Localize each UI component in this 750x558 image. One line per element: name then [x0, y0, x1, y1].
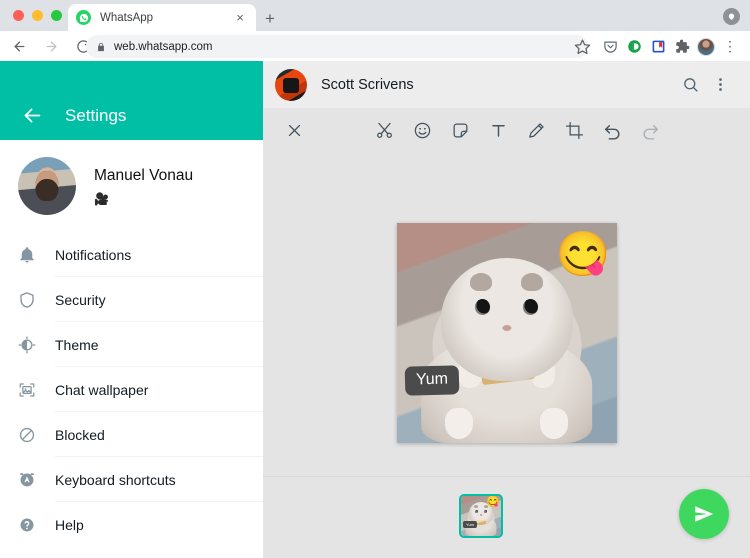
theme-contrast-icon	[18, 336, 44, 354]
sidebar-item-security[interactable]: Security	[0, 277, 263, 322]
shield-icon	[18, 291, 44, 309]
sidebar-item-keyboard-shortcuts[interactable]: Keyboard shortcuts	[0, 457, 263, 502]
puzzle-icon[interactable]	[670, 35, 694, 58]
contact-name: Scott Scrivens	[321, 77, 675, 93]
text-sticker-overlay: Yum	[463, 521, 477, 528]
forward-icon[interactable]	[38, 33, 64, 59]
browser-tab-bar: WhatsApp × +	[0, 0, 750, 31]
extensions-row: ⋮	[598, 35, 742, 58]
profile-name: Manuel Vonau	[94, 167, 193, 185]
close-icon[interactable]: ×	[232, 10, 248, 26]
maximize-window-button[interactable]	[51, 10, 62, 21]
pocket-icon[interactable]	[598, 35, 622, 58]
undo-icon[interactable]	[593, 112, 631, 150]
profile-row[interactable]: Manuel Vonau 🎥	[0, 140, 263, 232]
send-button[interactable]	[679, 489, 729, 539]
close-window-button[interactable]	[13, 10, 24, 21]
back-icon[interactable]	[22, 105, 43, 126]
browser-toolbar: web.whatsapp.com	[0, 31, 750, 61]
emoji-sticker-overlay: 😋	[486, 497, 500, 508]
help-icon	[18, 516, 44, 534]
crop-icon[interactable]	[555, 112, 593, 150]
search-icon[interactable]	[675, 70, 705, 100]
lock-icon	[96, 42, 106, 52]
page-title: Settings	[65, 106, 126, 126]
address-bar[interactable]: web.whatsapp.com	[86, 35, 588, 58]
bookmark-manager-icon[interactable]	[646, 35, 670, 58]
redo-icon[interactable]	[631, 112, 669, 150]
sidebar-item-label: Blocked	[55, 427, 105, 443]
back-icon[interactable]	[6, 33, 32, 59]
close-icon[interactable]	[275, 112, 313, 150]
sidebar-item-label: Help	[55, 517, 84, 533]
sidebar-item-blocked[interactable]: Blocked	[0, 412, 263, 457]
chrome-menu-icon[interactable]: ⋮	[718, 35, 742, 58]
adblock-icon[interactable]	[622, 35, 646, 58]
profile-status-emoji: 🎥	[94, 192, 193, 206]
sidebar-item-label: Chat wallpaper	[55, 382, 148, 398]
settings-header: Settings	[0, 61, 263, 140]
sidebar-item-theme[interactable]: Theme	[0, 322, 263, 367]
photo-preview[interactable]: 😋 Yum	[397, 223, 617, 443]
chat-pane: Scott Scrivens	[263, 61, 750, 558]
attachment-thumbnail[interactable]: 😋 Yum	[459, 494, 503, 538]
browser-tab-whatsapp[interactable]: WhatsApp ×	[68, 4, 256, 31]
star-icon[interactable]	[574, 38, 591, 55]
profile-info: Manuel Vonau 🎥	[94, 167, 193, 206]
emoji-icon[interactable]	[403, 112, 441, 150]
new-tab-button[interactable]: +	[260, 8, 280, 28]
minimize-window-button[interactable]	[32, 10, 43, 21]
whatsapp-icon	[76, 10, 91, 25]
browser-window: WhatsApp × +	[0, 0, 750, 558]
text-sticker-overlay[interactable]: Yum	[404, 365, 459, 395]
menu-dots-icon[interactable]	[705, 70, 735, 100]
address-bar-url: web.whatsapp.com	[114, 41, 212, 53]
sidebar-item-label: Security	[55, 292, 106, 308]
bell-icon	[18, 246, 44, 264]
keyboard-icon	[18, 471, 44, 489]
image-editor-canvas: 😋 Yum	[263, 153, 750, 513]
sticker-icon[interactable]	[441, 112, 479, 150]
editor-bottom-bar: 😋 Yum	[263, 476, 750, 558]
chrome-update-icon[interactable]	[723, 8, 740, 25]
settings-list: Notifications Security	[0, 232, 263, 547]
crop-cut-icon[interactable]	[365, 112, 403, 150]
image-editor-toolbar	[263, 108, 750, 153]
pencil-icon[interactable]	[517, 112, 555, 150]
browser-tab-title: WhatsApp	[100, 12, 232, 24]
avatar[interactable]	[18, 157, 76, 215]
chat-header: Scott Scrivens	[263, 61, 750, 108]
sidebar-item-label: Theme	[55, 337, 99, 353]
profile-avatar[interactable]	[694, 35, 718, 58]
sidebar-item-notifications[interactable]: Notifications	[0, 232, 263, 277]
window-traffic-lights	[13, 10, 62, 21]
text-icon[interactable]	[479, 112, 517, 150]
settings-panel: Settings Manuel Vonau 🎥 Notifications	[0, 61, 263, 558]
sidebar-item-label: Notifications	[55, 247, 131, 263]
attachment-thumbnail-strip: 😋 Yum	[459, 494, 503, 538]
image-icon	[18, 381, 44, 399]
avatar[interactable]	[275, 69, 307, 101]
sidebar-item-label: Keyboard shortcuts	[55, 472, 176, 488]
sidebar-item-chat-wallpaper[interactable]: Chat wallpaper	[0, 367, 263, 412]
block-icon	[18, 426, 44, 444]
sidebar-item-help[interactable]: Help	[0, 502, 263, 547]
emoji-sticker-overlay[interactable]: 😋	[556, 233, 611, 277]
